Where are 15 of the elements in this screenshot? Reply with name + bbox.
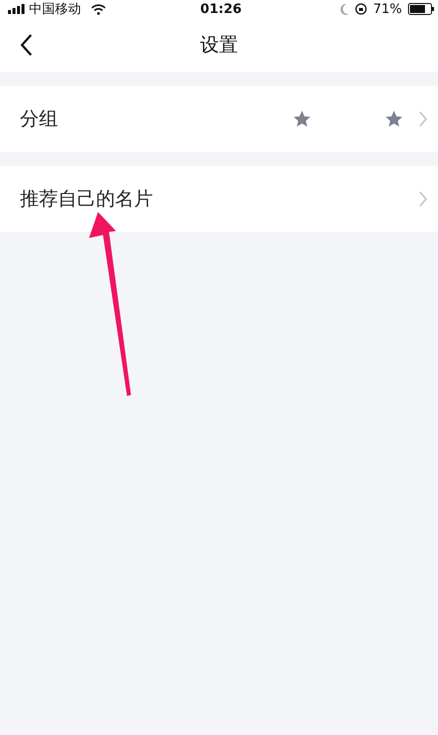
signal-icon (8, 4, 25, 14)
star-icon (384, 109, 404, 129)
battery-icon (408, 3, 434, 15)
carrier-name: 中国移动 (29, 1, 81, 18)
star-icon (292, 109, 312, 129)
moon-icon (340, 4, 350, 14)
clock-time: 01:26 (200, 2, 242, 16)
wifi-icon (91, 4, 106, 14)
settings-row[interactable]: 分组 (0, 86, 438, 152)
settings-row[interactable]: 推荐自己的名片 (0, 166, 438, 232)
chevron-right-icon (418, 191, 428, 207)
chevron-right-icon (418, 111, 428, 127)
page-title: 设置 (200, 33, 238, 58)
battery-percent: 71% (373, 2, 402, 16)
rotation-lock-icon (355, 3, 368, 15)
